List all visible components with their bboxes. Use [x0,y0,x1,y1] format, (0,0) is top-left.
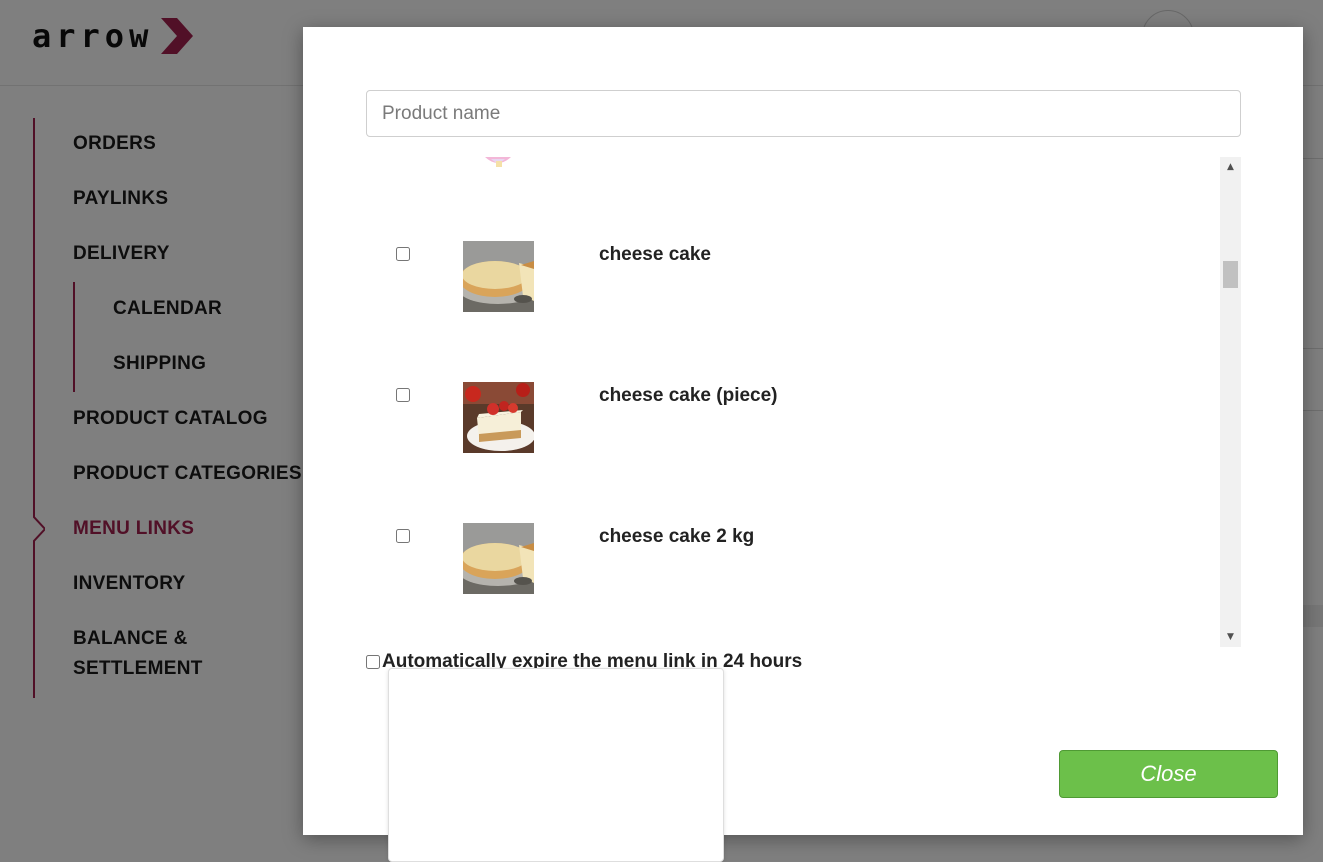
list-item[interactable]: cheese cake 2 kg [366,523,1216,595]
list-item[interactable]: cheese cake [366,241,1216,313]
cheesecake-slice-thumbnail [463,382,534,453]
cheesecake-whole-thumbnail [463,523,534,594]
product-thumbnail [485,157,511,167]
close-button[interactable]: Close [1059,750,1278,798]
product-name: cheese cake [599,244,711,265]
product-search-input[interactable] [366,90,1241,137]
product-checkbox[interactable] [396,247,410,261]
cheesecake-whole-thumbnail [463,241,534,312]
product-name: cheese cake 2 kg [599,526,755,547]
product-list: cheese cake cheese cake (piece) cheese c… [366,157,1241,647]
scroll-up-arrow-icon[interactable]: ▲ [1220,157,1241,177]
scroll-down-arrow-icon[interactable]: ▼ [1220,627,1241,647]
dropdown-panel [388,668,724,862]
product-checkbox[interactable] [396,529,410,543]
product-checkbox[interactable] [396,388,410,402]
auto-expire-checkbox[interactable] [366,655,380,669]
product-list-scrollbar[interactable]: ▲ ▼ [1220,157,1241,647]
list-item[interactable]: cheese cake (piece) [366,382,1216,454]
scrollbar-thumb[interactable] [1223,261,1238,288]
product-name: cheese cake (piece) [599,385,778,406]
app-root: arrow ORDERS PAYLINKS DELIVERY CALENDAR … [0,0,1323,862]
